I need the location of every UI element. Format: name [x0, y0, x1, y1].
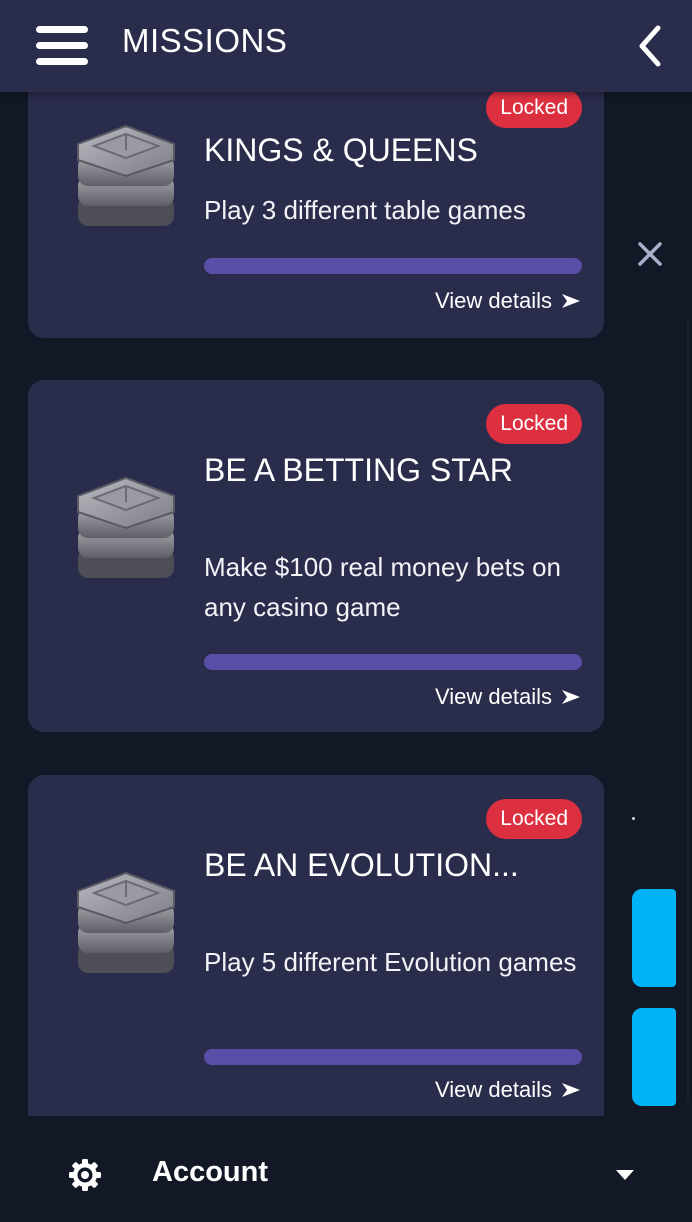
progress-bar: [204, 654, 582, 670]
mission-card[interactable]: Locked KINGS & QUEENS Play 3 different t…: [28, 60, 604, 338]
mission-description: Play 3 different table games: [204, 195, 526, 225]
gear-icon: [69, 1159, 101, 1191]
mission-card[interactable]: Locked BE A BETTING STAR Make $100 real …: [28, 380, 604, 732]
view-details-label: View details: [435, 1077, 552, 1102]
status-badge: Locked: [486, 404, 582, 444]
mission-description: Make $100 real money bets on any casino …: [204, 552, 561, 622]
view-details-label: View details: [435, 684, 552, 709]
side-tab-2[interactable]: [632, 1008, 676, 1106]
mission-description: Play 5 different Evolution games: [204, 947, 577, 977]
mission-card[interactable]: Locked BE AN EVOLUTION... Play 5 differe…: [28, 775, 604, 1116]
caret-down-icon[interactable]: [614, 1168, 636, 1182]
indicator-dot: [632, 817, 635, 820]
progress-bar: [204, 1049, 582, 1065]
scrollbar-track: [687, 320, 689, 1100]
mission-title: KINGS & QUEENS: [204, 132, 478, 168]
account-bar[interactable]: Account: [0, 1116, 692, 1222]
stacked-stone-icon: [77, 871, 175, 973]
view-details-link[interactable]: View details: [435, 684, 582, 710]
hamburger-menu-icon[interactable]: [36, 26, 88, 66]
page-title: MISSIONS: [122, 22, 288, 59]
close-icon[interactable]: [634, 238, 666, 270]
top-bar: MISSIONS: [0, 0, 692, 92]
side-tab-1[interactable]: [632, 889, 676, 987]
mission-title: BE A BETTING STAR: [204, 452, 513, 488]
account-label[interactable]: Account: [152, 1156, 268, 1189]
view-details-label: View details: [435, 288, 552, 313]
progress-bar: [204, 258, 582, 274]
arrow-right-icon: [562, 1083, 580, 1097]
view-details-link[interactable]: View details: [435, 288, 582, 314]
stacked-stone-icon: [77, 124, 175, 226]
status-badge: Locked: [486, 799, 582, 839]
view-details-link[interactable]: View details: [435, 1077, 582, 1103]
stacked-stone-icon: [77, 476, 175, 578]
arrow-right-icon: [562, 294, 580, 308]
chevron-left-icon[interactable]: [630, 22, 670, 70]
status-badge: Locked: [486, 88, 582, 128]
mission-title: BE AN EVOLUTION...: [204, 847, 519, 883]
arrow-right-icon: [562, 690, 580, 704]
